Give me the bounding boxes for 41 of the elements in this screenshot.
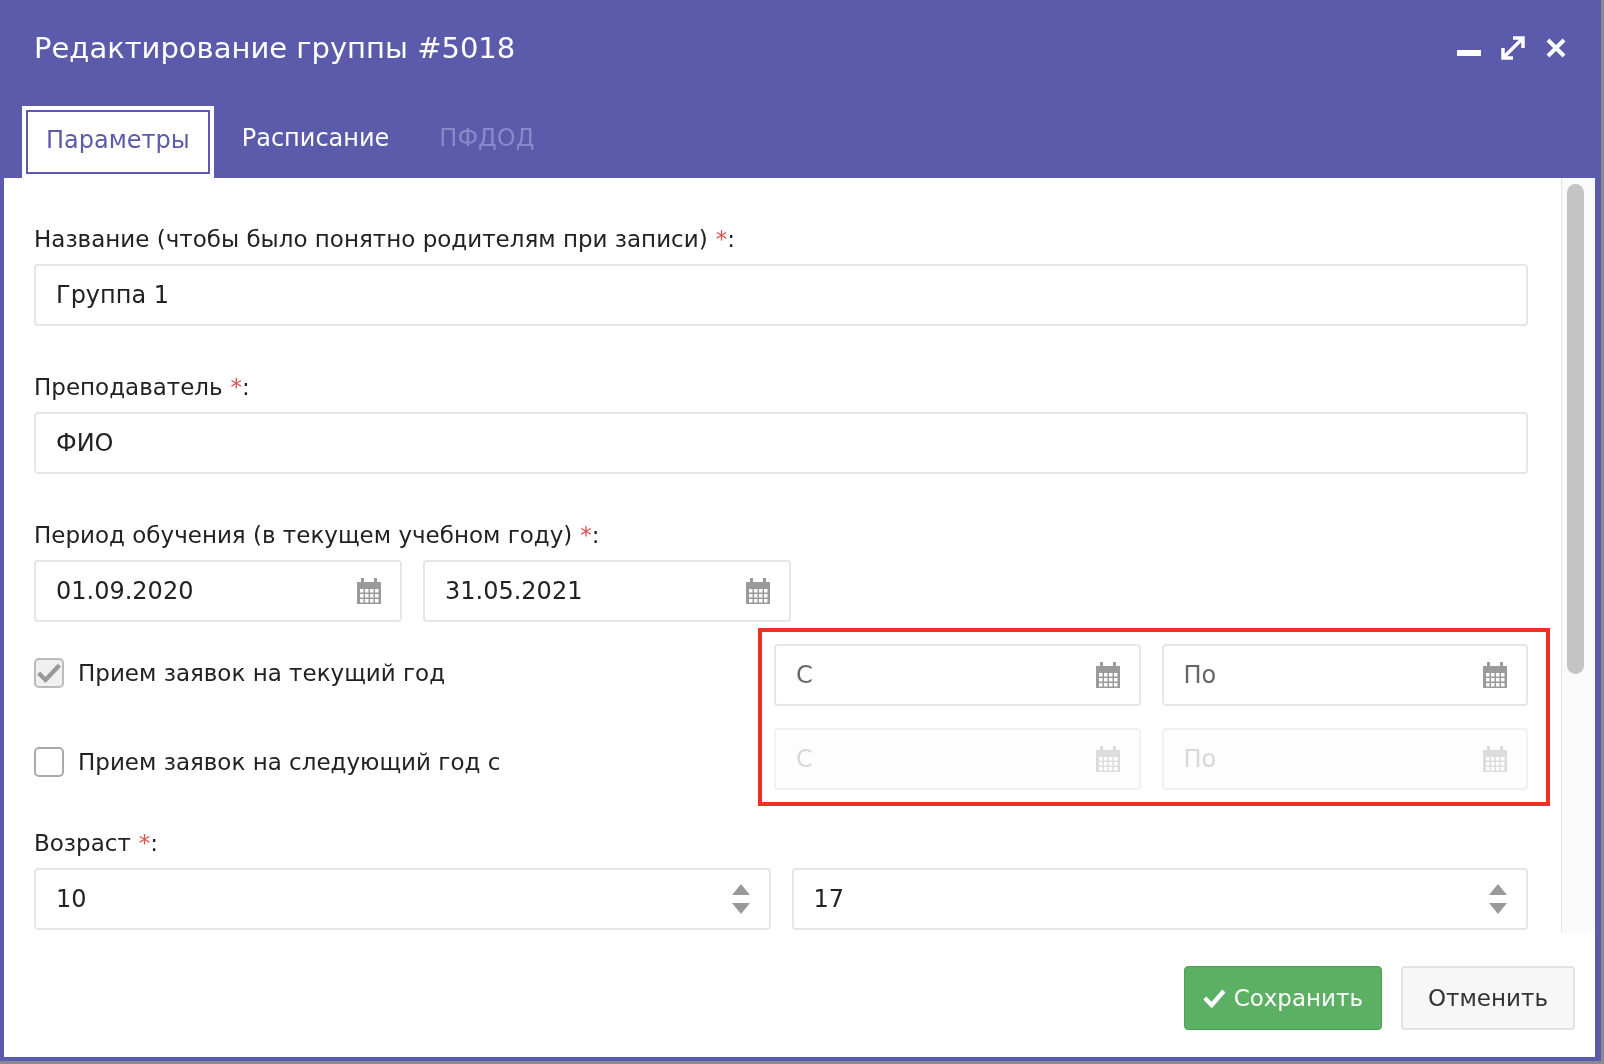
minimize-icon <box>1457 50 1481 56</box>
calendar-icon <box>1482 746 1508 772</box>
checkbox[interactable] <box>34 657 64 688</box>
cancel-button[interactable]: Отменить <box>1401 966 1575 1030</box>
checkbox-label: Прием заявок на следующий год с <box>78 748 501 775</box>
calendar-icon <box>356 578 382 604</box>
window-title: Редактирование группы #5018 <box>34 31 516 65</box>
label-colon: : <box>727 226 735 252</box>
calendar-icon <box>1482 662 1508 688</box>
required-mark: * <box>715 226 728 252</box>
date-field[interactable]: 01.09.2020 <box>34 560 402 622</box>
field-label: Название (чтобы было понятно родителям при записи) <box>34 226 708 252</box>
check-icon <box>1203 987 1226 1009</box>
calendar-icon <box>1094 746 1121 772</box>
input-field[interactable]: ФИО <box>34 412 1528 474</box>
calendar-icon <box>1094 662 1121 688</box>
tab[interactable]: Расписание <box>219 106 412 178</box>
date-field[interactable]: 31.05.2021 <box>423 560 791 622</box>
close-icon <box>1545 37 1567 59</box>
label-colon: : <box>242 374 250 400</box>
date-field[interactable]: С <box>774 644 1141 706</box>
required-mark: * <box>230 374 243 400</box>
date-field[interactable]: По <box>1161 644 1528 706</box>
required-mark: * <box>580 522 592 548</box>
field-label: Преподаватель <box>34 374 223 400</box>
required-mark: * <box>138 830 151 856</box>
checkbox[interactable] <box>34 746 64 777</box>
label-colon: : <box>591 522 600 548</box>
scrollbar-thumb[interactable] <box>1567 184 1584 674</box>
label-colon: : <box>150 830 159 856</box>
spinner-icon <box>730 882 751 916</box>
spinner-icon <box>1488 882 1508 916</box>
input-field[interactable]: 17 <box>791 868 1528 930</box>
tab[interactable]: Параметры <box>22 106 214 178</box>
maximize-icon <box>1499 34 1527 62</box>
input-field[interactable]: Группа 1 <box>34 264 1528 326</box>
calendar-icon <box>745 578 771 604</box>
checkbox-label: Прием заявок на текущий год <box>78 659 446 686</box>
field-label: Период обучения (в текущем учебном году) <box>34 522 573 548</box>
field-label: Возраст <box>34 830 131 856</box>
input-field[interactable]: 10 <box>34 868 771 930</box>
